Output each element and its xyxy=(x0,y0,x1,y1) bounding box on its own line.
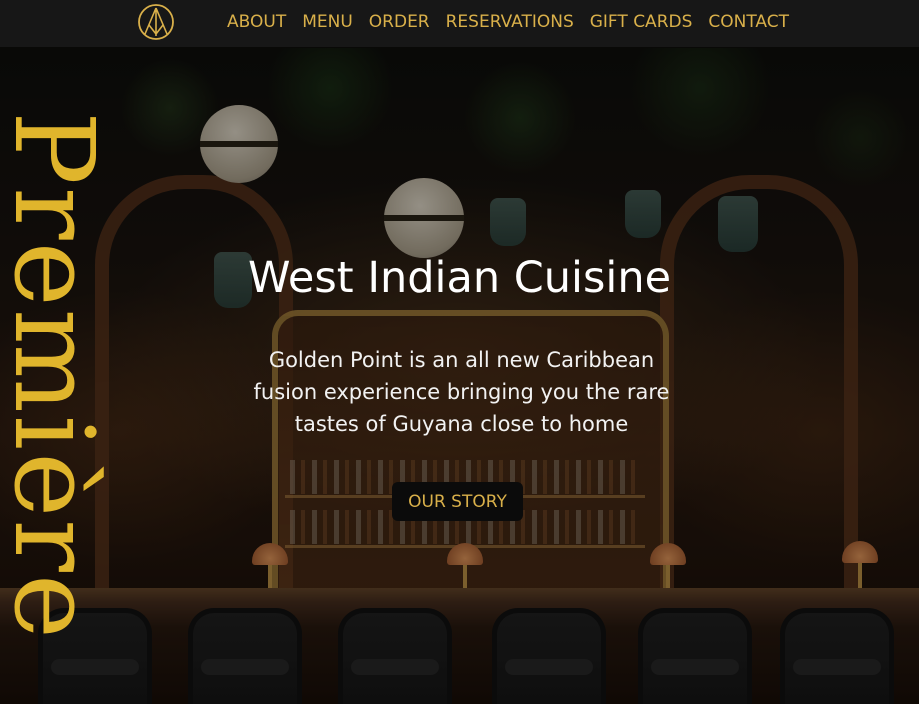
our-story-button[interactable]: OUR STORY xyxy=(392,482,523,521)
nav-item-reservations[interactable]: RESERVATIONS xyxy=(446,12,574,32)
nav-item-menu[interactable]: MENU xyxy=(302,12,353,32)
nav-item-order[interactable]: ORDER xyxy=(369,12,430,32)
nav-item-gift-cards[interactable]: GIFT CARDS xyxy=(590,12,693,32)
nav-item-about[interactable]: ABOUT xyxy=(227,12,286,32)
main-nav: ABOUT MENU ORDER RESERVATIONS GIFT CARDS… xyxy=(219,0,797,44)
site-header: ABOUT MENU ORDER RESERVATIONS GIFT CARDS… xyxy=(0,0,919,47)
hero-title: West Indian Cuisine xyxy=(247,253,672,303)
hero-description: Golden Point is an all new Caribbean fus… xyxy=(253,348,670,436)
compass-arrow-logo-icon[interactable] xyxy=(137,3,175,41)
brand-vertical-wordmark: Première xyxy=(0,111,118,641)
nav-item-contact[interactable]: CONTACT xyxy=(708,12,789,32)
page: Première ABOUT MENU ORDER RESERVATIONS G… xyxy=(0,0,919,704)
